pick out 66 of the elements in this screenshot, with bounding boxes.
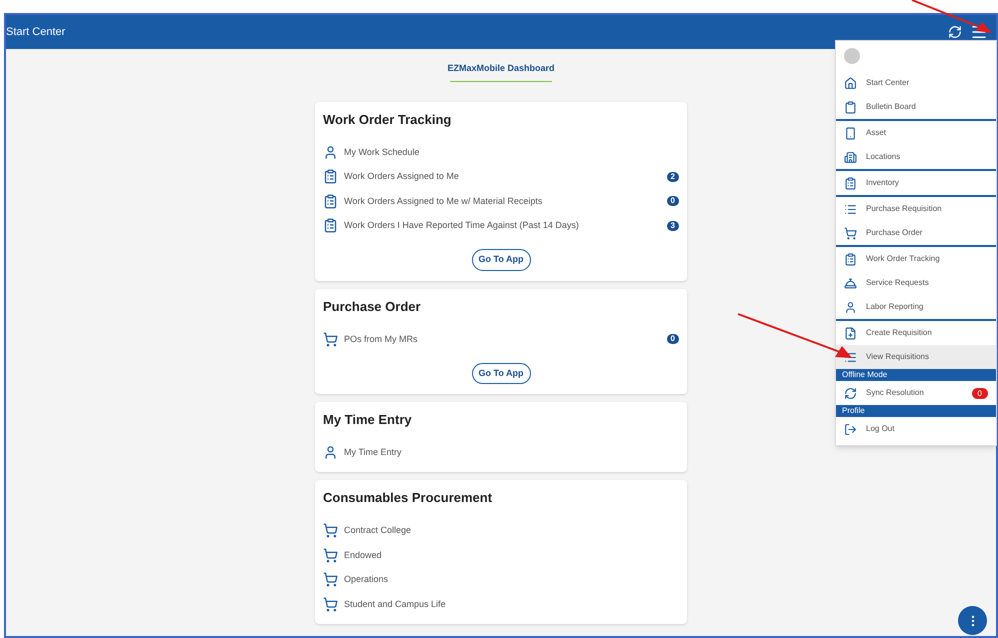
- count-badge: 2: [666, 172, 679, 182]
- file-plus-icon: [844, 326, 857, 340]
- home-icon: [844, 76, 857, 90]
- cart-icon: [844, 226, 857, 240]
- card-title: Purchase Order: [323, 298, 422, 316]
- menu-item[interactable]: Start Center: [836, 71, 996, 95]
- menu-item[interactable]: Sync Resolution 0: [836, 381, 996, 405]
- menu-item[interactable]: Purchase Requisition: [836, 197, 996, 221]
- cart-icon: [323, 332, 338, 347]
- building-icon: [844, 150, 857, 164]
- menu-item[interactable]: Purchase Order: [836, 221, 996, 245]
- person-icon: [323, 445, 338, 460]
- menu-item[interactable]: Work Order Tracking: [836, 247, 996, 271]
- card-title: Consumables Procurement: [323, 489, 494, 507]
- clipboard-icon: [844, 176, 857, 190]
- menu-item[interactable]: Service Requests: [836, 271, 996, 295]
- header-title: Start Center: [6, 24, 66, 40]
- menu-item[interactable]: Create Requisition: [836, 321, 996, 345]
- count-badge: 0: [666, 196, 679, 206]
- list-icon: [844, 350, 857, 364]
- card-title: My Time Entry: [323, 411, 413, 429]
- sync-icon[interactable]: [948, 25, 962, 39]
- card-link[interactable]: Work Orders Assigned to Me w/ Material Receipts: [344, 194, 661, 208]
- card-link[interactable]: POs from My MRs: [344, 332, 661, 346]
- clipboard-icon: [323, 218, 338, 234]
- clipboard-icon: [323, 169, 338, 184]
- menu-item[interactable]: Inventory: [836, 171, 996, 195]
- menu-section-heading: Profile: [836, 405, 996, 417]
- board-icon: [844, 100, 857, 114]
- menu-item[interactable]: Labor Reporting: [836, 295, 996, 319]
- go-to-app-button[interactable]: Go To App: [472, 362, 530, 384]
- cart-icon: [323, 548, 338, 563]
- card-link[interactable]: Contract College: [344, 524, 679, 538]
- card-link[interactable]: Operations: [344, 573, 679, 586]
- card-link[interactable]: Work Orders Assigned to Me: [344, 170, 661, 184]
- list-icon: [844, 202, 857, 216]
- person-icon: [323, 144, 338, 160]
- card-link[interactable]: My Work Schedule: [344, 146, 679, 159]
- menu-item[interactable]: Log Out: [836, 417, 996, 441]
- person-icon: [844, 300, 857, 314]
- menu-item[interactable]: Locations: [836, 145, 996, 169]
- menu-icon[interactable]: [970, 23, 988, 41]
- cart-icon: [323, 523, 338, 538]
- card-link[interactable]: Endowed: [344, 548, 679, 562]
- menu-section-heading: Offline Mode: [836, 369, 996, 381]
- cart-icon: [323, 572, 338, 588]
- card-title: Work Order Tracking: [323, 110, 452, 129]
- sync-icon: [844, 386, 857, 400]
- bell-icon: [844, 276, 857, 290]
- log-out-icon: [844, 422, 857, 436]
- menu-item[interactable]: View Requisitions: [836, 345, 996, 369]
- count-badge: 3: [666, 220, 679, 231]
- card-link[interactable]: My Time Entry: [344, 446, 679, 460]
- menu-item[interactable]: Bulletin Board: [836, 95, 996, 119]
- count-badge: 0: [972, 388, 988, 398]
- device-icon: [844, 126, 857, 140]
- dashboard-tab[interactable]: EZMaxMobile Dashboard: [450, 57, 552, 82]
- avatar: [844, 48, 860, 64]
- go-to-app-button[interactable]: Go To App: [472, 249, 530, 270]
- count-badge: 0: [666, 334, 679, 344]
- cart-icon: [323, 596, 338, 612]
- card-link[interactable]: Student and Campus Life: [344, 598, 679, 611]
- clipboard-icon: [844, 252, 857, 266]
- clipboard-icon: [323, 194, 338, 209]
- card-link[interactable]: Work Orders I Have Reported Time Against (Past 14 Days): [344, 219, 661, 232]
- menu-item[interactable]: Asset: [836, 121, 996, 145]
